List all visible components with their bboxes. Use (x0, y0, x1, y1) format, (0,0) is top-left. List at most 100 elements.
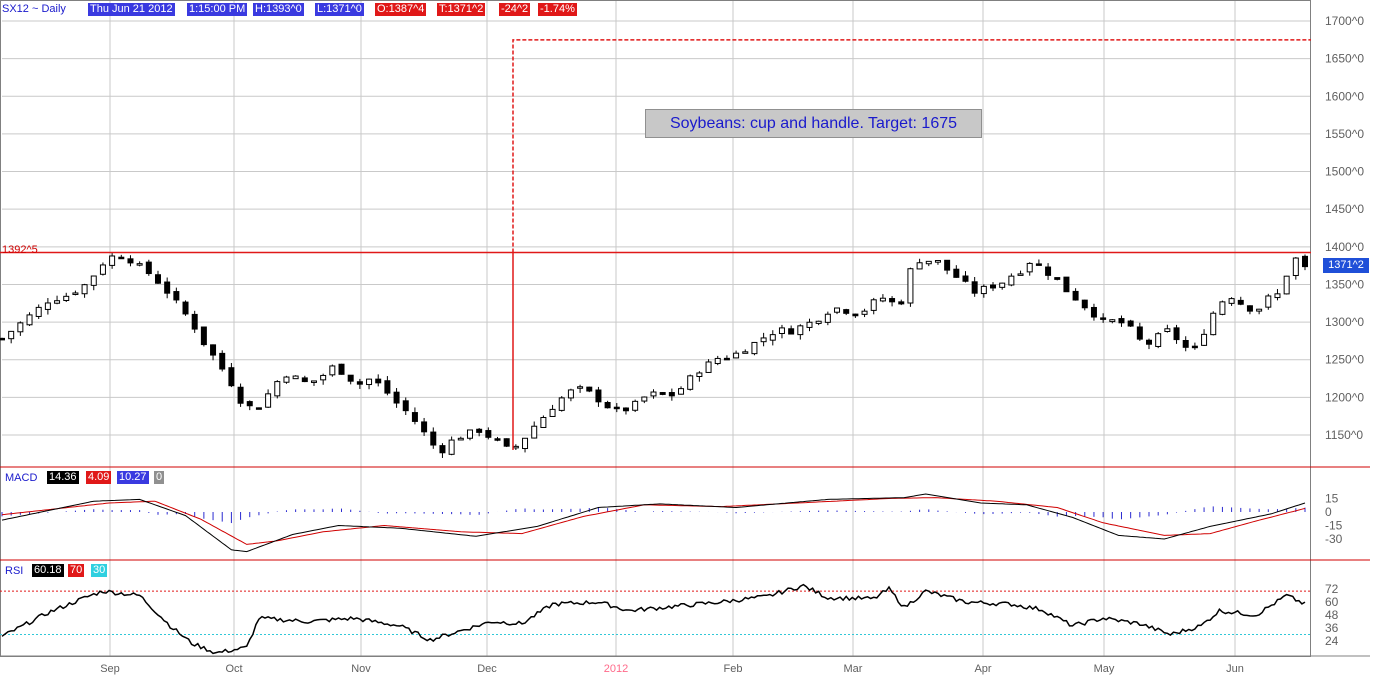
candle-body (1265, 295, 1272, 308)
candle-body (182, 301, 189, 315)
candle-body (200, 326, 207, 346)
candle-body (503, 438, 510, 447)
candle-body (577, 386, 584, 389)
macd-zero-value: 0 (154, 471, 165, 484)
low-chip: L:1371^0 (315, 3, 364, 16)
candle-body (63, 295, 70, 301)
price-tick-label: 1250^0 (1325, 353, 1364, 367)
candle-body (990, 284, 997, 289)
candle-body (8, 330, 15, 340)
candle-body (650, 391, 657, 397)
month-label: Feb (724, 663, 743, 675)
candle-body (1191, 345, 1198, 349)
candle-body (1228, 298, 1235, 304)
candle-body (925, 260, 932, 265)
candle-body (595, 389, 602, 403)
candle-body (999, 282, 1006, 288)
candle-body (402, 400, 409, 412)
target-projection (512, 39, 1311, 253)
trade-chip: T:1371^2 (437, 3, 486, 16)
rsi-tick-label: 60 (1325, 595, 1339, 609)
candle-body (320, 374, 327, 381)
candle-body (310, 380, 317, 383)
candle-body (99, 264, 106, 275)
rsi-overbought-value: 70 (68, 564, 85, 577)
price-tick-label: 1700^0 (1325, 14, 1364, 28)
month-label: Apr (974, 663, 991, 675)
macd-tick-label: -30 (1325, 532, 1343, 546)
candle-body (843, 309, 850, 314)
candle-body (1008, 275, 1015, 286)
candle-body (1100, 317, 1107, 320)
candle-body (1155, 333, 1162, 347)
date-chip: Thu Jun 21 2012 (88, 3, 175, 16)
month-label: Nov (351, 663, 371, 675)
change-chip: -24^2 (499, 3, 531, 16)
candle-body (916, 262, 923, 270)
price-tick-label: 1500^0 (1325, 165, 1364, 179)
candle-body (164, 281, 171, 294)
candle-body (678, 388, 685, 395)
candle-body (1256, 308, 1263, 312)
candle-body (1292, 257, 1299, 276)
candle-body (90, 275, 97, 286)
candle-body (870, 299, 877, 311)
rsi-oversold-value: 30 (91, 564, 108, 577)
candle-body (1182, 340, 1189, 348)
candle-body (879, 297, 886, 302)
macd-tick-label: -15 (1325, 519, 1343, 533)
pattern-annotation: Soybeans: cup and handle. Target: 1675 (645, 109, 982, 138)
candle-body (522, 437, 529, 450)
candle-body (154, 274, 161, 284)
candle-body (292, 375, 299, 380)
candle-body (1201, 333, 1208, 346)
candle-body (852, 313, 859, 317)
price-tick-label: 1550^0 (1325, 127, 1364, 141)
candle-body (466, 429, 473, 439)
macd-signal-value: 4.09 (86, 471, 112, 484)
candle-body (1302, 255, 1308, 268)
macd-value: 14.36 (47, 471, 79, 484)
candle-body (17, 322, 24, 333)
candle-body (1146, 339, 1153, 345)
pct-chip: -1.74% (538, 3, 577, 16)
candle-body (1164, 328, 1171, 332)
month-label: Jun (1226, 663, 1244, 675)
candle-body (219, 352, 226, 370)
month-label: Dec (477, 663, 497, 675)
candle-body (356, 381, 363, 385)
candle-body (246, 401, 253, 407)
candle-body (907, 268, 914, 304)
candle-body (485, 430, 492, 438)
symbol-text: SX12 ~ Daily (2, 3, 66, 15)
candle-body (448, 439, 455, 455)
candle-body (934, 260, 941, 263)
symbol-label: SX12 ~ Daily (2, 2, 66, 16)
candle-body (797, 325, 804, 336)
candle-body (228, 367, 235, 387)
candle-body (411, 412, 418, 422)
macd-hist-value: 10.27 (117, 471, 149, 484)
price-chart: 1150^0 1200^0 1250^0 1300^0 1350^0 1400^0 1450… (0, 0, 1370, 675)
month-label: Mar (844, 663, 863, 675)
candle-body (1045, 266, 1052, 276)
candle-body (1054, 277, 1061, 280)
candle-body (622, 407, 629, 412)
candle-body (861, 310, 868, 315)
candle-body (806, 321, 813, 328)
candle-body (714, 357, 721, 365)
candle-body (723, 357, 730, 361)
rsi-label: RSI (5, 565, 24, 577)
rsi-tick-label: 48 (1325, 608, 1339, 622)
candle-body (641, 396, 648, 402)
candle-body (393, 391, 400, 404)
candle-body (558, 397, 565, 411)
resistance-label: 1392^5 (2, 244, 38, 256)
candle-body (421, 421, 428, 433)
candle-body (549, 408, 556, 417)
candle-body (430, 431, 437, 446)
price-tick-label: 1600^0 (1325, 89, 1364, 103)
macd-panel (1, 493, 1306, 553)
candle-body (531, 425, 538, 439)
candle-body (834, 307, 841, 313)
